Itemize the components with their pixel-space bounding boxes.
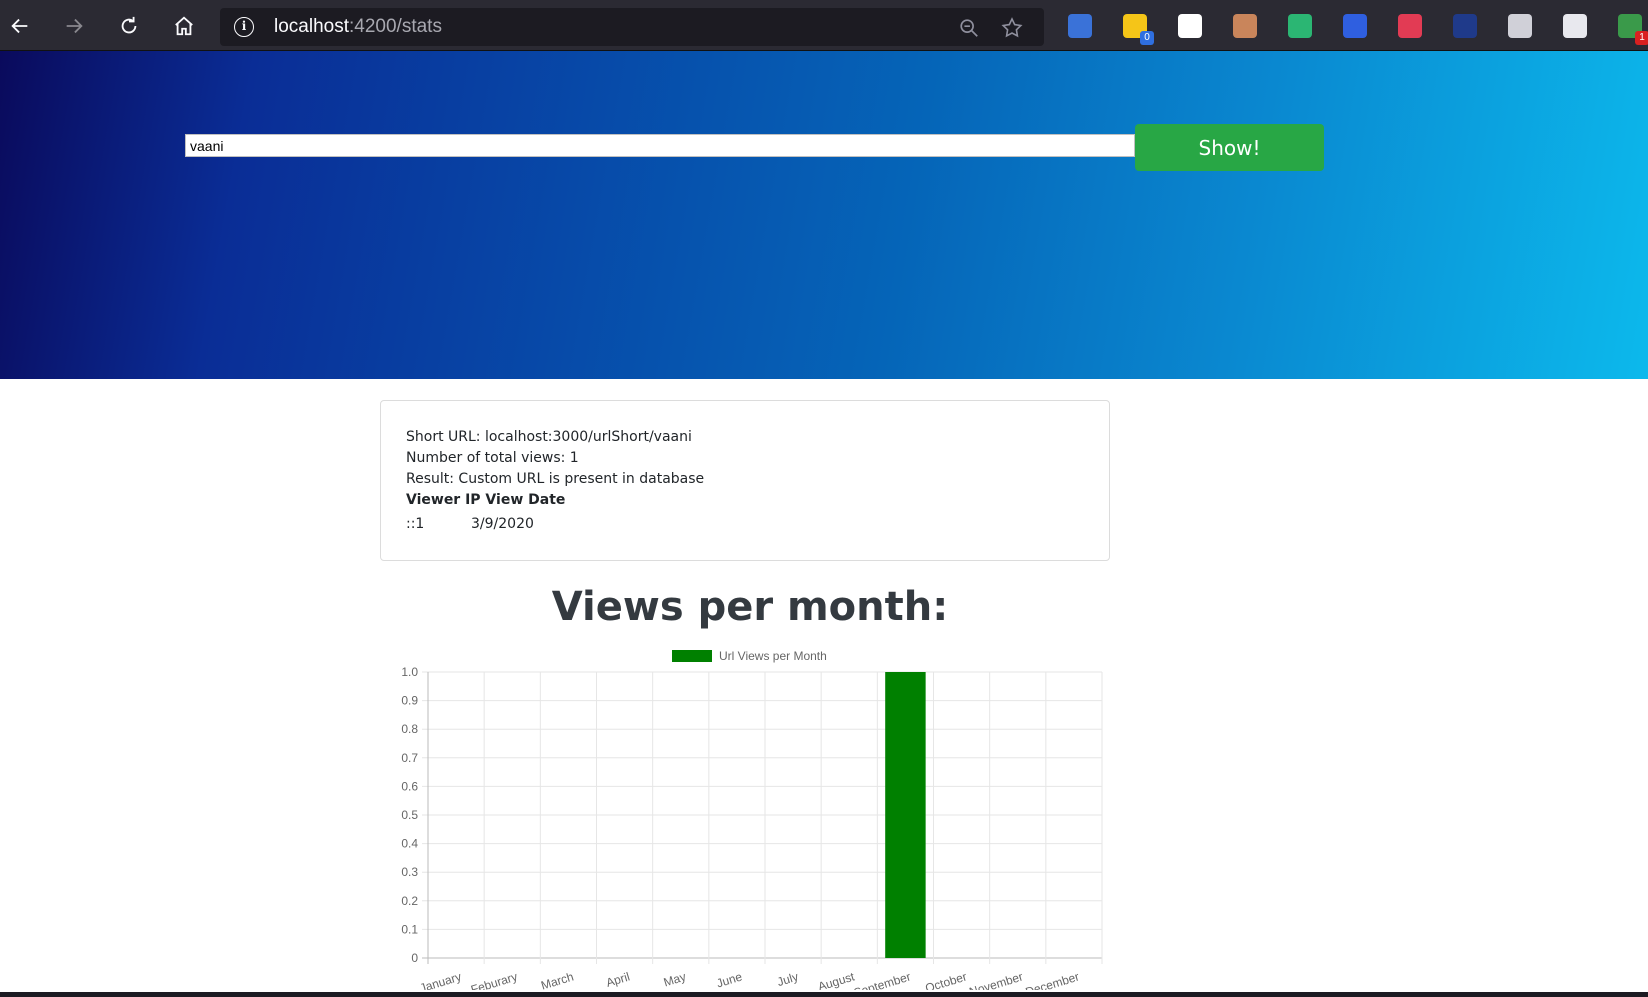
home-icon [175, 16, 193, 36]
view-date-cell: 3/9/2020 [471, 516, 534, 532]
back-arrow-icon [11, 18, 28, 34]
translate-extension-icon[interactable] [1068, 14, 1092, 38]
notes-extension-icon[interactable]: 0 [1123, 14, 1154, 45]
x-tick-label: December [1024, 969, 1081, 990]
x-tick-label: July [775, 969, 800, 989]
forward-button[interactable] [56, 8, 92, 44]
y-tick-label: 1.0 [401, 665, 418, 679]
views-per-month-chart: Url Views per Month 0 0.1 0.2 0.3 0.4 0.5 0.6 0.… [401, 649, 1103, 990]
home-button[interactable] [166, 8, 202, 44]
extension-badge: 0 [1140, 31, 1154, 45]
y-tick-label: 0.9 [401, 694, 418, 708]
y-tick-label: 0 [411, 951, 418, 965]
legend-swatch[interactable] [672, 650, 712, 662]
legend-label[interactable]: Url Views per Month [719, 649, 827, 663]
gem-extension-icon[interactable] [1178, 14, 1202, 38]
forward-arrow-icon [66, 18, 83, 34]
y-tick-label: 0.5 [401, 808, 418, 822]
bar-september[interactable] [885, 672, 926, 958]
viewer-table-header: Viewer IP View Date [406, 492, 566, 508]
bottom-strip [0, 992, 1648, 997]
short-url-search-input[interactable] [185, 134, 1135, 157]
x-tick-label: June [715, 969, 744, 990]
compass-extension-icon[interactable] [1288, 14, 1312, 38]
x-tick-label: November [968, 969, 1025, 990]
chart-title: Views per month: [551, 584, 949, 630]
url-host: localhost [274, 16, 349, 37]
address-bar[interactable]: i localhost:4200/stats [220, 8, 1044, 46]
reload-icon [121, 16, 137, 34]
url-text[interactable]: localhost:4200/stats [274, 16, 442, 38]
owl-extension-icon[interactable] [1233, 14, 1257, 38]
x-tick-label: April [604, 969, 631, 989]
bookmark-star-icon[interactable] [1000, 16, 1024, 40]
viewer-ip-cell: ::1 [406, 516, 425, 532]
puzzle-extension-icon[interactable]: 1 [1618, 14, 1648, 45]
y-tick-label: 0.1 [401, 922, 418, 936]
x-tick-label: September [852, 969, 912, 990]
x-tick-label: May [662, 969, 688, 989]
hero-banner: Show! [0, 51, 1648, 379]
back-button[interactable] [2, 8, 38, 44]
pocket-extension-icon[interactable] [1508, 14, 1532, 38]
stats-card: Short URL: localhost:3000/urlShort/vaani… [380, 400, 1110, 561]
reload-button[interactable] [111, 8, 147, 44]
url-path: :4200/stats [349, 16, 442, 37]
y-tick-label: 0.4 [401, 837, 418, 851]
dots-extension-icon[interactable] [1398, 14, 1422, 38]
y-tick-label: 0.6 [401, 779, 418, 793]
site-info-icon[interactable]: i [234, 17, 254, 37]
y-tick-label: 0.3 [401, 865, 418, 879]
zoom-icon[interactable] [958, 17, 980, 39]
y-tick-label: 0.2 [401, 894, 418, 908]
x-tick-label: March [539, 969, 575, 990]
x-tick-label: October [924, 969, 969, 990]
short-url-text: Short URL: localhost:3000/urlShort/vaani [406, 429, 692, 445]
magnifier-extension-icon[interactable] [1453, 14, 1477, 38]
d-extension-icon[interactable] [1343, 14, 1367, 38]
x-tick-label: August [816, 969, 856, 990]
x-tick-label: January [418, 969, 463, 990]
total-views-text: Number of total views: 1 [406, 450, 579, 466]
x-tick-label: Feburary [469, 969, 519, 990]
y-tick-label: 0.7 [401, 751, 418, 765]
show-button[interactable]: Show! [1135, 124, 1324, 171]
mail-extension-icon[interactable] [1563, 14, 1587, 38]
result-text: Result: Custom URL is present in databas… [406, 471, 705, 487]
browser-toolbar: i localhost:4200/stats 0 1 [0, 0, 1648, 51]
extension-badge: 1 [1635, 31, 1648, 45]
y-tick-label: 0.8 [401, 722, 418, 736]
